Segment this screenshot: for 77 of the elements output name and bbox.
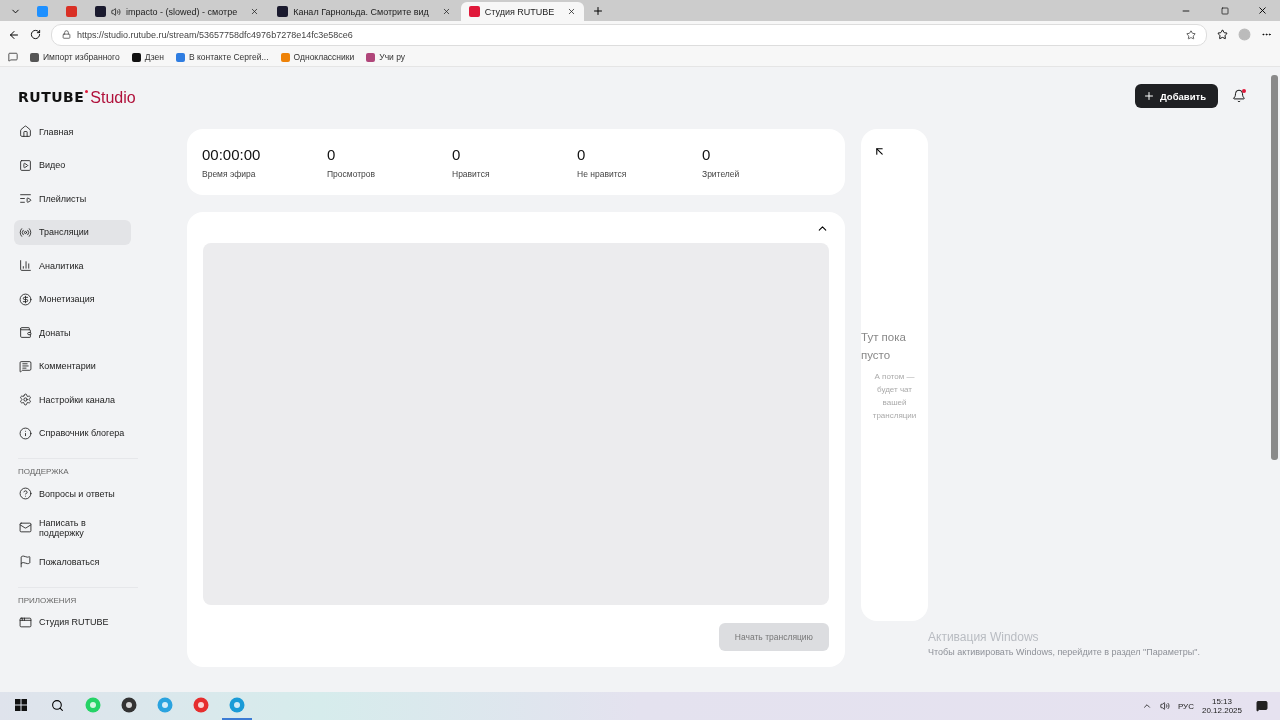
stat-value: 0 (452, 146, 462, 163)
lock-icon (62, 30, 71, 39)
mail-icon (19, 521, 32, 534)
close-icon[interactable] (567, 7, 577, 16)
bookmark[interactable]: Дзен (131, 52, 164, 62)
volume-icon[interactable] (1159, 701, 1170, 711)
home-icon (19, 125, 32, 138)
sidebar-item[interactable]: Справочник блогера (14, 420, 131, 446)
plus-icon (1143, 90, 1155, 102)
close-icon[interactable] (441, 7, 451, 16)
address-bar[interactable]: https://studio.rutube.ru/stream/53657758dfc4976b7278e14fc3e58ce6 (51, 23, 1207, 46)
close-icon[interactable] (250, 7, 260, 16)
new-tab-icon[interactable] (592, 5, 605, 17)
expand-icon[interactable] (873, 145, 886, 158)
stat-label: Время эфира (202, 169, 257, 179)
play-icon (19, 158, 32, 172)
broadcast-icon (19, 225, 32, 239)
bookmark[interactable]: Импорт избранного (30, 52, 120, 62)
sidebar-item[interactable]: Видео (14, 152, 131, 178)
sidebar-toggle-icon[interactable] (8, 52, 18, 62)
section-title: ПОДДЕРЖКА (18, 458, 138, 476)
sidebar-item[interactable]: Трансляции (14, 219, 131, 245)
maximize-icon[interactable] (1221, 7, 1229, 15)
wallet-icon (19, 326, 32, 339)
comment-icon (19, 359, 32, 373)
tray-expand-icon[interactable] (1141, 701, 1152, 711)
empty-text: А потом — будет чат вашей трансляции (871, 371, 918, 422)
stat-label: Не нравится (577, 169, 628, 179)
browser-tab[interactable]: impacto - (slowed) - смотре (87, 2, 268, 21)
close-icon[interactable] (1257, 5, 1268, 16)
stat-value: 0 (577, 146, 587, 163)
scrollbar[interactable] (1271, 75, 1278, 460)
add-button[interactable]: Добавить (1135, 84, 1218, 108)
language-indicator[interactable]: РУС (1177, 701, 1194, 711)
info-icon (19, 426, 32, 440)
playlist-icon (19, 192, 32, 205)
notifications-icon[interactable] (1256, 700, 1268, 712)
settings-icon (19, 393, 32, 406)
sidebar-item[interactable]: Пожаловаться (14, 549, 131, 574)
stat-label: Зрителей (702, 169, 741, 179)
sidebar-item[interactable]: Аналитика (14, 253, 131, 278)
bookmark[interactable]: Одноклассники (280, 52, 355, 62)
coin-icon (19, 292, 32, 306)
stat-label: Просмотров (327, 169, 377, 179)
sidebar-item[interactable]: Монетизация (14, 286, 131, 312)
sidebar-item[interactable]: Студия RUTUBE (14, 609, 131, 635)
browser-tab[interactable]: Студия RUTUBE (460, 2, 585, 21)
bookmark[interactable]: Учи ру (366, 52, 406, 62)
logo[interactable]: RUTUBE Studio (18, 89, 150, 107)
favorites-icon[interactable] (1217, 29, 1228, 40)
notifications-icon[interactable] (1232, 89, 1246, 103)
browser-tab[interactable]: Канал Гарнольда. Смотрите вид (269, 2, 459, 21)
stat-label: Нравится (452, 169, 491, 179)
sidebar-item[interactable]: Плейлисты (14, 186, 131, 211)
speaker-icon[interactable] (111, 6, 121, 17)
bookmark[interactable]: В контакте Сергей... (176, 52, 269, 62)
reload-icon[interactable] (30, 29, 41, 40)
empty-title: Тут пока пусто (861, 330, 907, 363)
sidebar-item[interactable]: Донаты (14, 320, 131, 345)
activation-title: Активация Windows (928, 630, 1040, 644)
question-icon (19, 487, 32, 500)
sidebar-item[interactable]: Настройки канала (14, 387, 131, 412)
star-icon[interactable] (1186, 29, 1196, 40)
app-icon (19, 615, 32, 629)
stat-value: 00:00:00 (202, 146, 262, 163)
stat-value: 0 (327, 146, 337, 163)
flag-icon (19, 555, 32, 568)
sidebar-item[interactable]: Главная (14, 119, 131, 144)
sidebar-item[interactable]: Написать в поддержку (14, 514, 131, 541)
stat-value: 0 (702, 146, 712, 163)
clock[interactable]: 15:13 20.12.2025 (1201, 697, 1242, 715)
activation-text: Чтобы активировать Windows, перейдите в раздел "Параметры". (928, 647, 1200, 657)
chart-icon (19, 259, 32, 272)
back-icon[interactable] (8, 28, 20, 41)
sidebar-item[interactable]: Комментарии (14, 353, 131, 379)
section-title: ПРИЛОЖЕНИЯ (18, 586, 138, 605)
sidebar-item[interactable]: Вопросы и ответы (14, 481, 131, 506)
